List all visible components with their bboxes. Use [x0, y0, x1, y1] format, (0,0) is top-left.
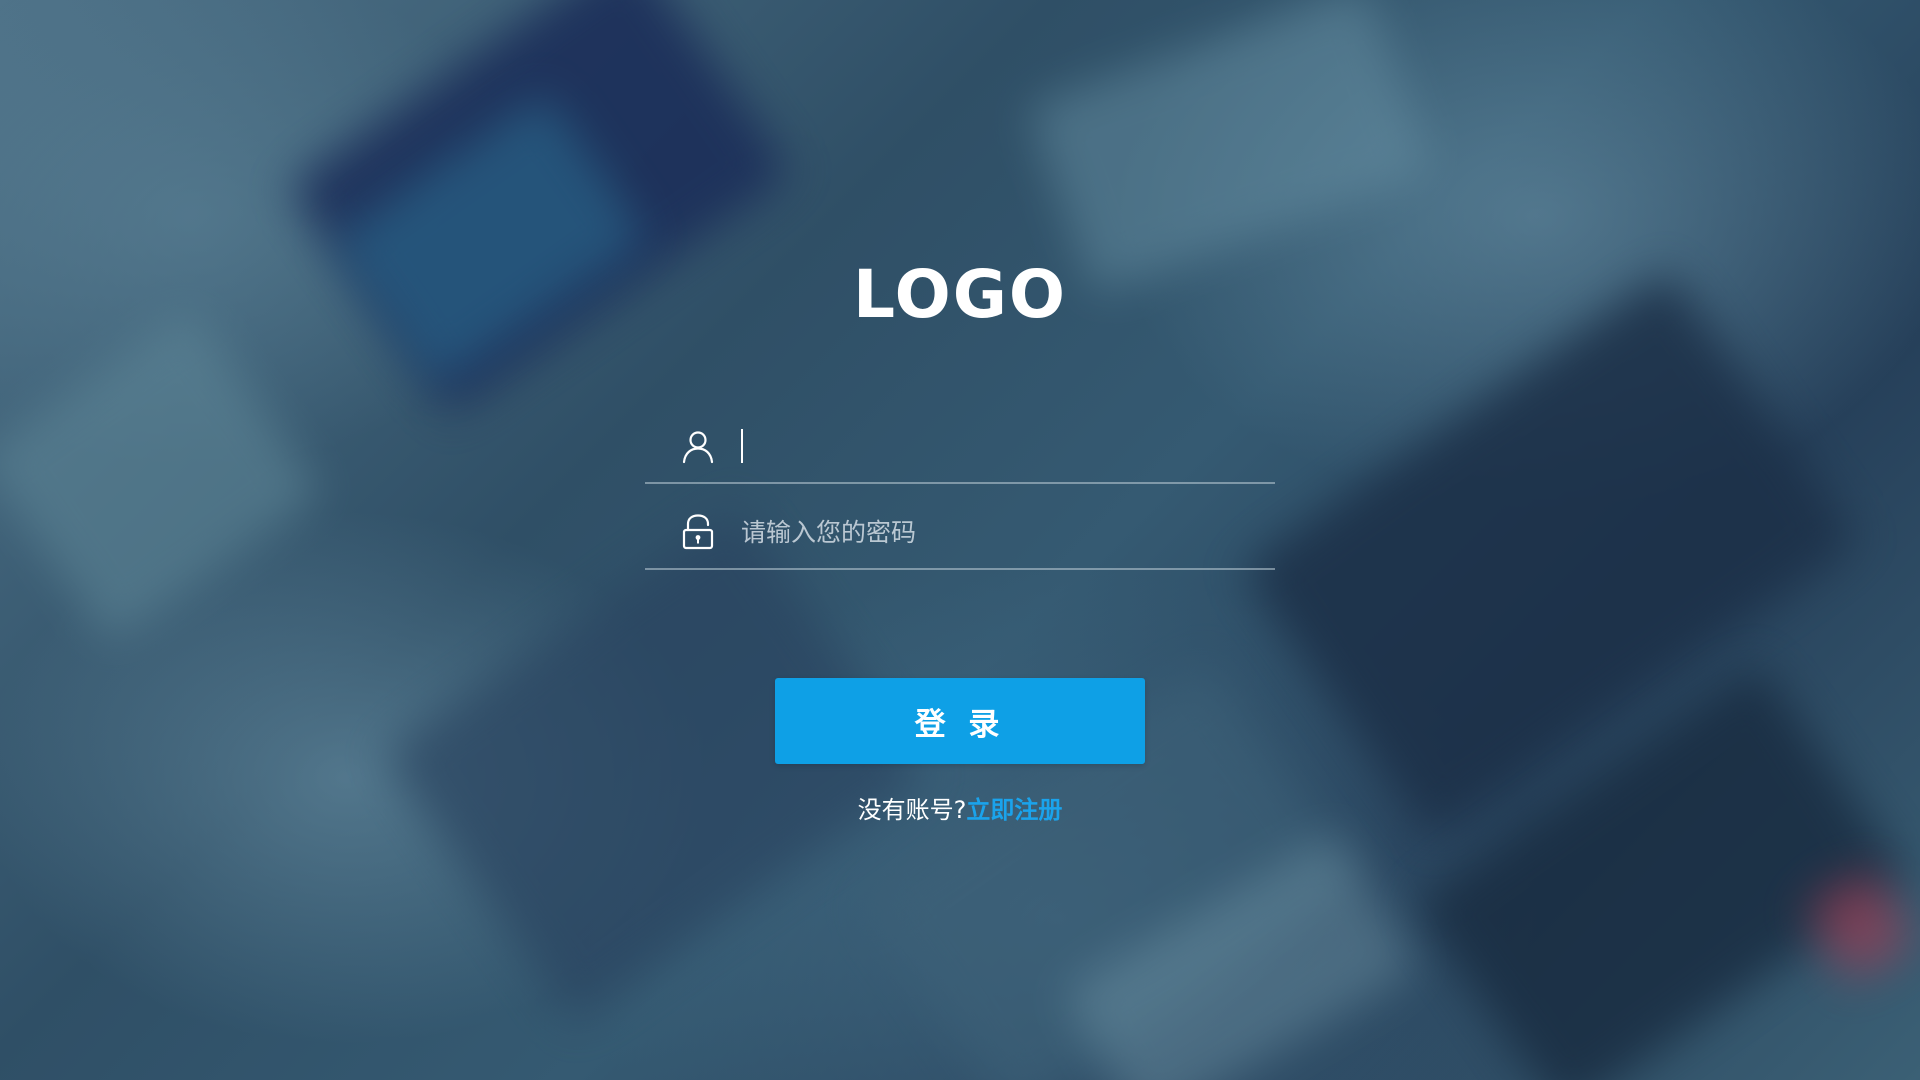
register-prompt-text: 没有账号?: [857, 796, 967, 824]
register-link[interactable]: 立即注册: [966, 796, 1062, 824]
register-prompt: 没有账号?立即注册: [0, 790, 1920, 825]
bg-shape: [1026, 0, 1434, 296]
text-cursor: [741, 429, 743, 463]
bg-shape: [0, 306, 323, 644]
username-input[interactable]: [751, 424, 1275, 468]
username-field[interactable]: [645, 410, 1275, 484]
user-icon: [682, 431, 714, 464]
password-input[interactable]: [741, 510, 1275, 554]
logo: LOGO: [852, 256, 1068, 333]
login-button[interactable]: 登 录: [775, 678, 1145, 764]
unlock-icon: [682, 514, 714, 550]
password-field[interactable]: [645, 496, 1275, 570]
bg-shape: [384, 506, 926, 1024]
